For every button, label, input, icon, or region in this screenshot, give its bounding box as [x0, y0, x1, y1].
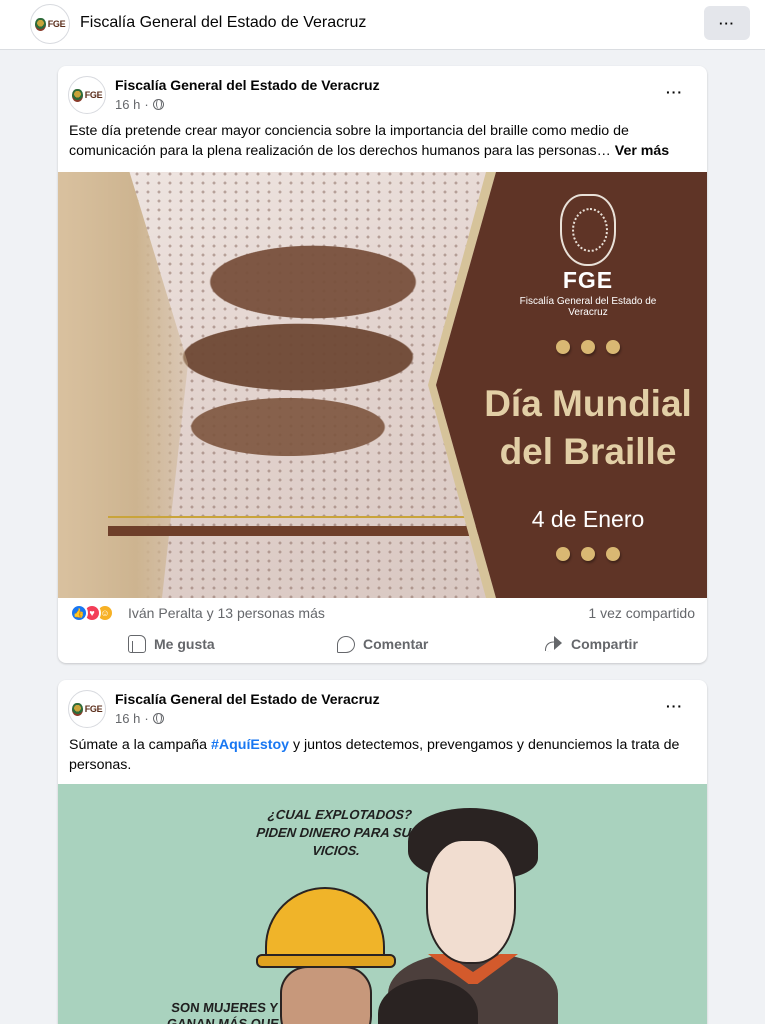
decorative-gold-line [108, 516, 478, 518]
illustration-worker-face [280, 966, 372, 1024]
image-caption-top: ¿CUAL EXPLOTADOS? PIDEN DINERO PARA SUS … [255, 807, 421, 858]
post-image-trafficking-campaign[interactable]: ¿CUAL EXPLOTADOS? PIDEN DINERO PARA SUS … [58, 784, 707, 1024]
see-more-link[interactable]: Ver más [615, 143, 669, 159]
page-header: FGE Fiscalía General del Estado de Verac… [0, 0, 765, 50]
post-author-name[interactable]: Fiscalía General del Estado de Veracruz [115, 691, 380, 707]
header-more-button[interactable]: ··· [704, 6, 750, 40]
decorative-dots-top [556, 340, 620, 354]
share-count[interactable]: 1 vez compartido [588, 605, 695, 621]
post-text: Súmate a la campaña #AquíEstoy y juntos … [69, 735, 689, 775]
share-button[interactable]: Compartir [545, 632, 638, 656]
post-author-name[interactable]: Fiscalía General del Estado de Veracruz [115, 77, 380, 93]
meta-separator: · [144, 711, 149, 726]
share-label: Compartir [571, 636, 638, 652]
post-options-button[interactable]: ··· [666, 698, 683, 714]
decorative-dots-bottom [556, 547, 620, 561]
image-org-name: Fiscalía General del Estado de Veracruz [519, 296, 657, 318]
like-label: Me gusta [154, 636, 215, 652]
page-title[interactable]: Fiscalía General del Estado de Veracruz [80, 14, 366, 32]
hard-hat-illustration [265, 887, 385, 962]
post-text: Este día pretende crear mayor conciencia… [69, 121, 689, 161]
comment-label: Comentar [363, 636, 429, 652]
post-options-button[interactable]: ··· [666, 84, 683, 100]
page-avatar[interactable]: FGE [30, 4, 70, 44]
avatar-logo-text: FGE [84, 89, 103, 100]
post-author-avatar[interactable]: FGE [68, 76, 106, 114]
comment-button[interactable]: Comentar [337, 632, 428, 656]
post-timestamp[interactable]: 16 h [115, 97, 140, 112]
veracruz-seal-icon [71, 88, 83, 102]
avatar-logo-text: FGE [47, 18, 66, 29]
globe-icon [152, 713, 164, 724]
veracruz-seal-icon [34, 17, 46, 31]
reaction-summary[interactable]: Iván Peralta y 13 personas más [128, 605, 325, 621]
meta-separator: · [144, 97, 149, 112]
thumbs-up-icon [128, 635, 146, 653]
illustration-face [426, 839, 516, 964]
reaction-icons[interactable]: 👍 ♥ ☺ [70, 604, 114, 622]
post-meta: 16 h · [115, 711, 164, 726]
avatar-logo-text: FGE [84, 703, 103, 714]
post-card: FGE Fiscalía General del Estado de Verac… [58, 66, 707, 663]
post-body-start: Súmate a la campaña [69, 737, 211, 753]
like-icon: 👍 [70, 604, 88, 622]
post-timestamp[interactable]: 16 h [115, 711, 140, 726]
veracruz-seal-icon [71, 702, 83, 716]
like-button[interactable]: Me gusta [128, 632, 215, 656]
share-arrow-icon [545, 636, 563, 652]
post-body: Este día pretende crear mayor conciencia… [69, 123, 629, 159]
post-card: FGE Fiscalía General del Estado de Verac… [58, 680, 707, 1024]
image-caption-bottom: SON MUJERES Y GANAN MÁS QUE YO [166, 1000, 280, 1024]
image-headline: Día Mundial del Braille [484, 383, 692, 472]
decorative-brown-band [108, 526, 478, 536]
image-date: 4 de Enero [531, 506, 645, 532]
image-org-short: FGE [562, 267, 614, 293]
fge-crest-icon [560, 194, 616, 266]
post-meta: 16 h · [115, 97, 164, 112]
globe-icon [152, 99, 164, 110]
hashtag-link[interactable]: #AquíEstoy [211, 737, 289, 753]
post-image-braille-day[interactable]: FGE Fiscalía General del Estado de Verac… [58, 172, 707, 598]
comment-bubble-icon [337, 635, 355, 653]
post-author-avatar[interactable]: FGE [68, 690, 106, 728]
